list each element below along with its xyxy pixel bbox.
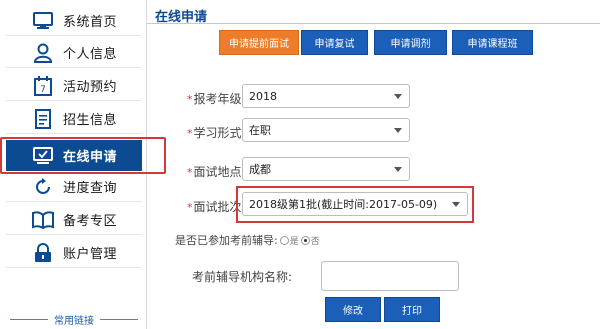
radio-label: 否 [310,236,320,247]
print-button[interactable]: 打印 [384,297,440,322]
org-name-label: 考前辅导机构名称: [192,270,293,284]
svg-text:7: 7 [40,85,46,95]
monitor-icon [32,10,54,32]
sidebar-item-label: 活动预约 [63,80,118,95]
sidebar-item-label: 招生信息 [63,113,118,128]
location-value: 成都 [249,163,271,176]
tab-early-interview[interactable]: 申请提前面试 [219,30,299,55]
refresh-icon [32,176,54,198]
sidebar-item-progress[interactable]: 进度查询 [6,172,142,202]
batch-label: *面试批次: [187,200,246,214]
main-content: 在线申请 申请提前面试 申请复试 申请调剂 申请课程班 *报考年级: 2018 … [147,0,600,329]
sidebar-item-label: 账户管理 [63,247,118,262]
tutoring-row: 是否已参加考前辅导: 是 否 [175,232,320,248]
tutoring-no-radio[interactable]: 否 [300,234,320,247]
org-name-input[interactable] [321,261,459,291]
tutoring-label: 是否已参加考前辅导: [175,234,278,247]
sidebar-item-label: 个人信息 [63,47,118,62]
common-links-label: 常用链接 [54,316,94,327]
batch-value: 2018级第1批(截止时间:2017-05-09) [249,198,438,211]
tab-course-class[interactable]: 申请课程班 [452,30,533,55]
batch-select[interactable]: 2018级第1批(截止时间:2017-05-09) [242,192,468,216]
lock-icon [32,242,54,264]
sidebar-item-reservation[interactable]: 7 活动预约 [6,71,142,101]
divider [10,319,48,320]
sidebar-item-label: 在线申请 [63,150,118,165]
chevron-down-icon [394,128,402,133]
sidebar-item-exam-prep[interactable]: 备考专区 [6,205,142,235]
sidebar-item-label: 系统首页 [63,15,118,30]
study-mode-select[interactable]: 在职 [242,118,410,142]
sidebar-item-account[interactable]: 账户管理 [6,238,142,268]
radio-label: 是 [289,236,299,247]
user-icon [32,42,54,64]
sidebar: 系统首页 个人信息 7 活动预约 招生信息 在线申请 进度查询 备考专区 账户管… [0,0,147,329]
location-label: *面试地点: [187,165,246,179]
calendar-icon: 7 [32,75,54,97]
book-icon [32,209,54,231]
divider [100,319,138,320]
divider [147,23,600,24]
year-select[interactable]: 2018 [242,84,410,108]
screen-check-icon [32,145,54,167]
sidebar-item-profile[interactable]: 个人信息 [6,38,142,68]
tab-retest[interactable]: 申请复试 [301,30,368,55]
chevron-down-icon [452,202,460,207]
chevron-down-icon [394,94,402,99]
study-mode-label: *学习形式: [187,126,246,140]
radio-button-selected[interactable] [300,235,310,245]
radio-button[interactable] [279,235,289,245]
study-mode-value: 在职 [249,124,271,137]
chevron-down-icon [394,167,402,172]
sidebar-item-admissions[interactable]: 招生信息 [6,104,142,134]
document-icon [32,108,54,130]
year-value: 2018 [249,89,277,103]
location-select[interactable]: 成都 [242,157,410,181]
tutoring-yes-radio[interactable]: 是 [279,234,299,247]
sidebar-item-label: 进度查询 [63,181,118,196]
edit-button[interactable]: 修改 [325,297,381,322]
sidebar-item-label: 备考专区 [63,214,118,229]
tab-transfer[interactable]: 申请调剂 [374,30,447,55]
sidebar-item-home[interactable]: 系统首页 [6,6,142,36]
sidebar-item-online-application[interactable]: 在线申请 [6,140,142,171]
sidebar-footer: 常用链接 [10,312,138,327]
year-label: *报考年级: [187,92,246,106]
